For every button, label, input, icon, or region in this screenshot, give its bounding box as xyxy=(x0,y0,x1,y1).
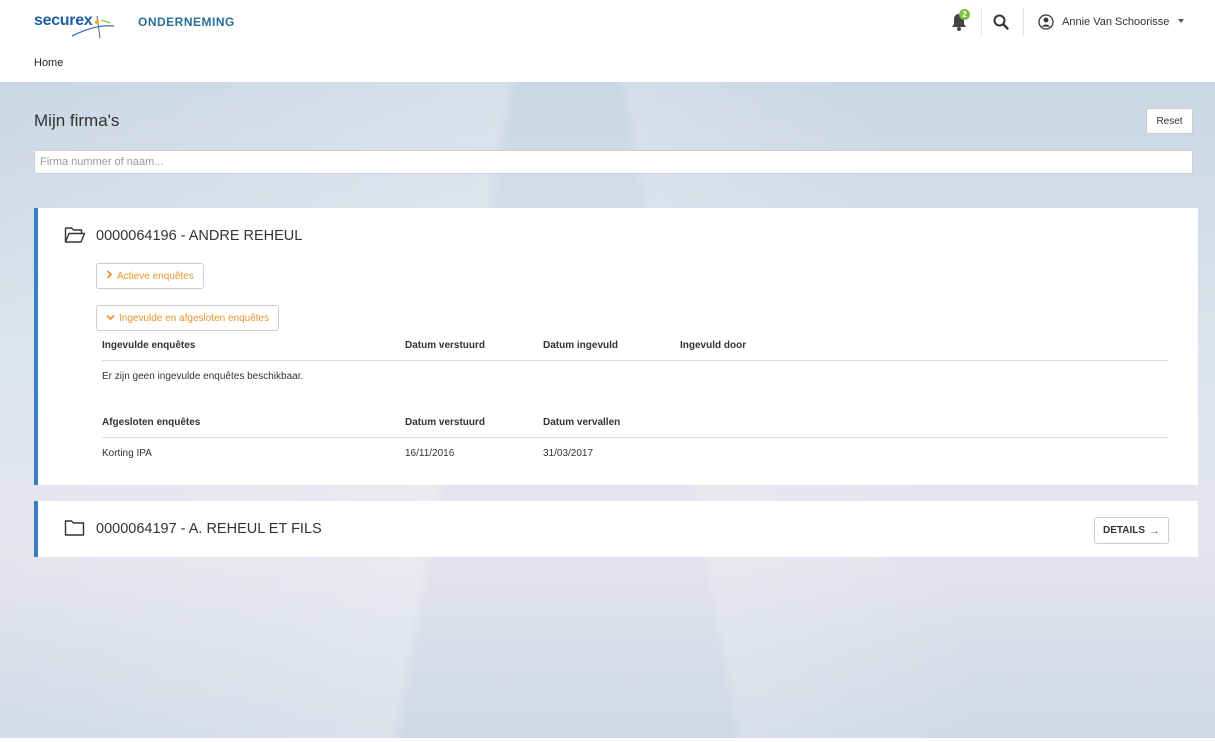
user-menu[interactable]: Annie Van Schoorisse xyxy=(1038,13,1169,31)
search-icon[interactable] xyxy=(992,13,1010,31)
app-title: ONDERNEMING xyxy=(138,15,235,29)
top-bar: securex ONDERNEMING 2 Annie Van Schooris… xyxy=(0,0,1215,44)
column-header: Ingevulde enquêtes xyxy=(102,340,196,351)
notification-count-badge: 2 xyxy=(959,9,970,20)
folder-icon xyxy=(64,520,85,536)
details-button[interactable]: DETAILS → xyxy=(1094,517,1169,544)
divider xyxy=(102,437,1168,438)
active-surveys-label: Actieve enquêtes xyxy=(117,270,194,282)
closed-surveys-toggle[interactable]: Ingevulde en afgesloten enquêtes xyxy=(96,305,280,331)
user-avatar-icon xyxy=(1038,14,1054,30)
survey-name: Korting IPA xyxy=(102,448,152,459)
company-title[interactable]: 0000064196 - ANDRE REHEUL xyxy=(96,228,302,244)
chevron-down-icon[interactable] xyxy=(1178,19,1184,23)
active-surveys-toggle[interactable]: Actieve enquêtes xyxy=(96,263,204,289)
company-search-input[interactable] xyxy=(34,150,1193,174)
details-label: DETAILS xyxy=(1102,525,1146,536)
user-name: Annie Van Schoorisse xyxy=(1062,16,1170,28)
column-header: Datum verstuurd xyxy=(405,340,486,351)
page-title: Mijn firma's xyxy=(34,111,120,130)
column-header: Datum verstuurd xyxy=(405,417,486,428)
company-card: 0000064197 - A. REHEUL ET FILS DETAILS → xyxy=(34,501,1198,557)
reset-button[interactable]: Reset xyxy=(1146,108,1193,134)
empty-message: Er zijn geen ingevulde enquêtes beschikb… xyxy=(102,371,304,382)
divider xyxy=(981,8,982,36)
column-header: Afgesloten enquêtes xyxy=(102,417,201,428)
logo-swoosh-icon xyxy=(71,15,115,39)
company-title[interactable]: 0000064197 - A. REHEUL ET FILS xyxy=(96,521,322,537)
securex-logo[interactable]: securex xyxy=(34,10,118,40)
column-header: Datum vervallen xyxy=(543,417,621,428)
date-sent: 16/11/2016 xyxy=(405,448,455,459)
column-header: Ingevuld door xyxy=(680,340,747,351)
chevron-down-icon xyxy=(106,313,115,324)
arrow-right-icon: → xyxy=(1149,524,1161,537)
divider xyxy=(102,360,1168,361)
column-header: Datum ingevuld xyxy=(543,340,619,351)
closed-surveys-label: Ingevulde en afgesloten enquêtes xyxy=(119,312,270,324)
chevron-right-icon xyxy=(106,270,113,282)
breadcrumb-home[interactable]: Home xyxy=(34,57,63,69)
folder-open-icon xyxy=(64,227,86,243)
company-card: 0000064196 - ANDRE REHEUL Actieve enquêt… xyxy=(34,208,1198,485)
date-expired: 31/03/2017 xyxy=(543,448,594,459)
divider xyxy=(1023,8,1024,36)
